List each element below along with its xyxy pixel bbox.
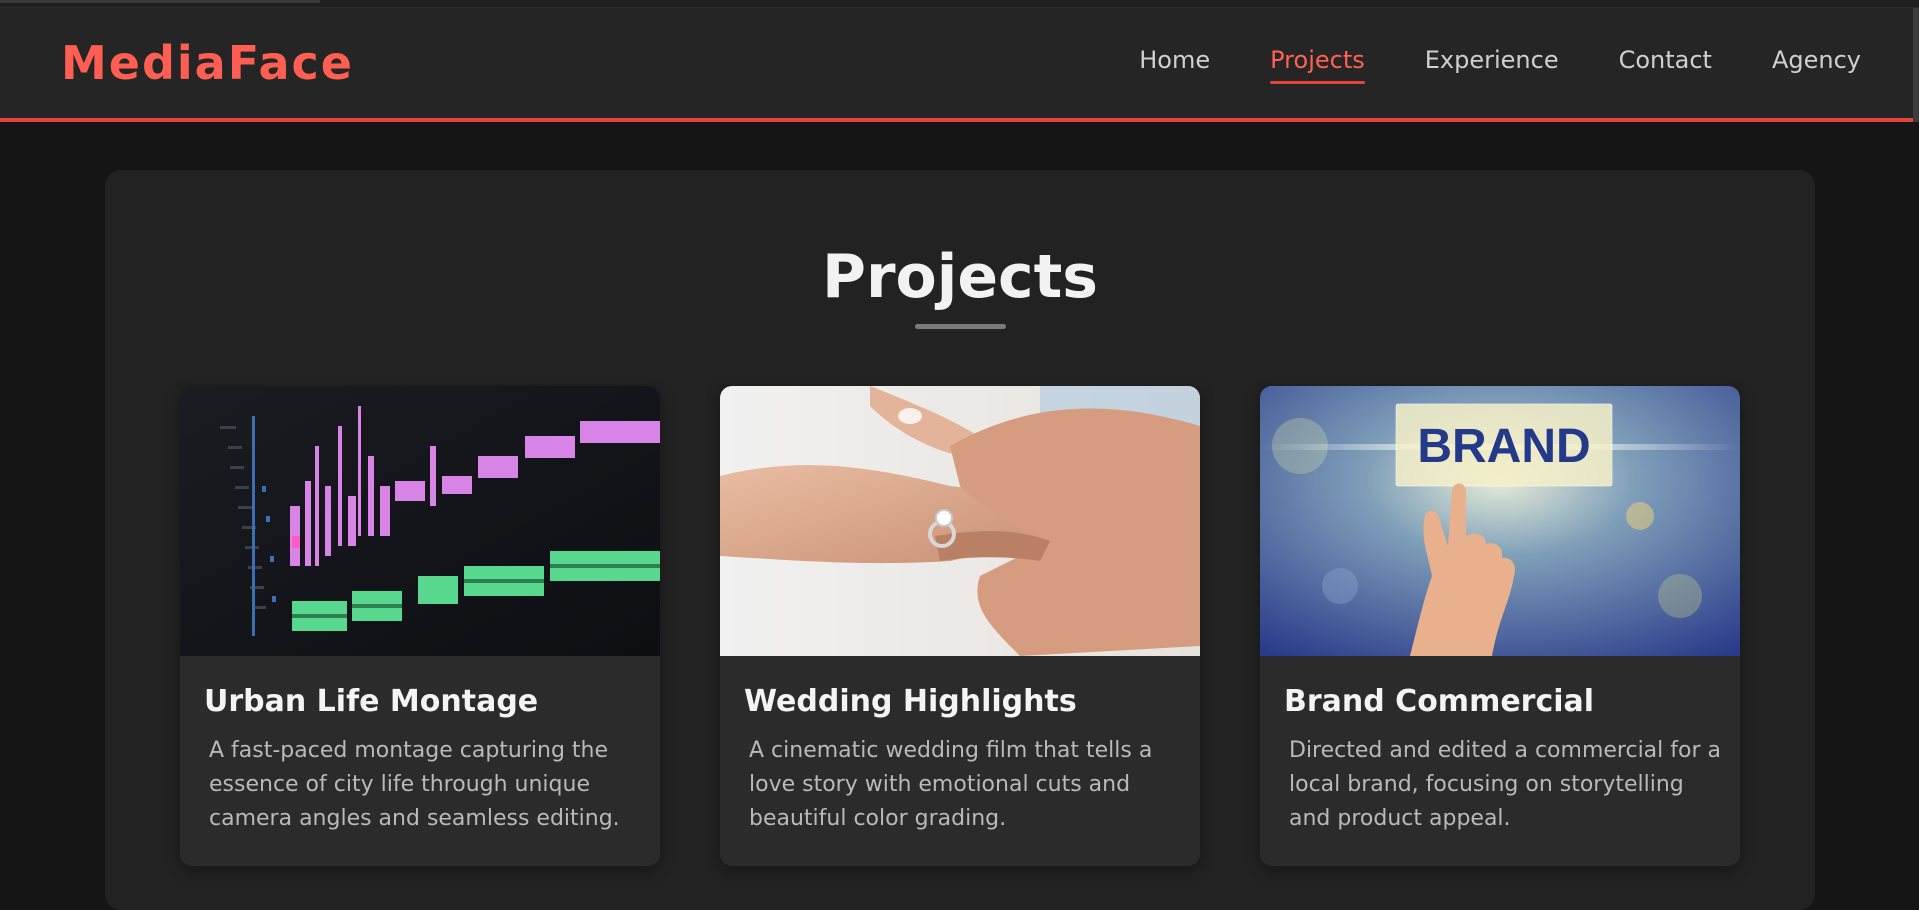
browser-top-strip [0, 0, 1919, 8]
project-description: A fast-paced montage capturing the essen… [209, 738, 620, 831]
page-scrollbar[interactable] [1913, 8, 1919, 122]
project-card-brand[interactable]: BRAND Brand Commercial Directed and edit… [1260, 386, 1740, 866]
brand-sign-text: BRAND [1417, 420, 1590, 473]
project-cards: Urban Life Montage A fast-paced montage … [180, 386, 1742, 866]
project-title: Urban Life Montage [204, 684, 539, 719]
project-image-wedding [720, 386, 1200, 656]
section-title: Projects [821, 242, 1098, 312]
browser-tab-edge [0, 0, 320, 3]
project-card-wedding[interactable]: Wedding Highlights A cinematic wedding f… [720, 386, 1200, 866]
project-card-urban[interactable]: Urban Life Montage A fast-paced montage … [180, 386, 660, 866]
project-title: Wedding Highlights [744, 684, 1077, 719]
nav-home[interactable]: Home [1139, 46, 1210, 80]
nav-agency[interactable]: Agency [1772, 46, 1861, 80]
title-underline [915, 324, 1006, 329]
nav-projects[interactable]: Projects [1270, 46, 1365, 84]
project-description: Directed and edited a commercial for a l… [1289, 738, 1721, 831]
project-image-brand: BRAND [1260, 386, 1740, 656]
nav-experience[interactable]: Experience [1425, 46, 1559, 80]
project-description: A cinematic wedding film that tells a lo… [749, 738, 1153, 831]
project-title: Brand Commercial [1284, 684, 1595, 719]
brand-logo[interactable]: MediaFace [61, 36, 354, 90]
nav-contact[interactable]: Contact [1619, 46, 1712, 80]
projects-section: Projects Urban Life Montage A fast-paced… [105, 170, 1815, 910]
project-image-timeline [180, 386, 660, 656]
main-nav: Home Projects Experience Contact Agency [1079, 46, 1861, 84]
site-header: MediaFace Home Projects Experience Conta… [0, 8, 1919, 122]
